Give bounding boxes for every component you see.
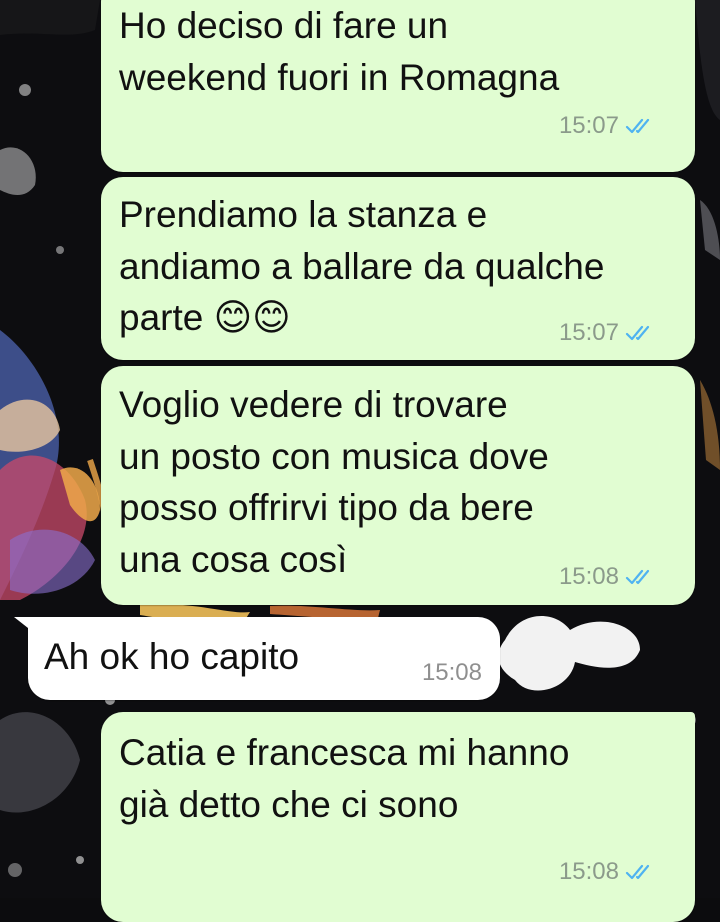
- message-bubble-incoming[interactable]: Ah ok ho capito 15:08: [14, 617, 500, 700]
- message-timestamp: 15:07: [558, 112, 619, 139]
- message-text: Ah ok ho capito: [44, 636, 300, 677]
- double-check-icon: [625, 864, 650, 880]
- message-meta: 15:07: [559, 111, 655, 141]
- message-text: Catia e francesca mi hanno già detto che…: [119, 732, 570, 825]
- message-timestamp: 15:08: [558, 858, 619, 885]
- double-check-icon: [625, 325, 650, 341]
- message-timestamp: 15:07: [558, 319, 619, 346]
- message-bubble-outgoing[interactable]: Voglio vedere di trovare un posto con mu…: [101, 366, 695, 605]
- message-meta: 15:08: [422, 658, 482, 688]
- message-meta: 15:08: [559, 857, 655, 887]
- bubble-tail: [14, 617, 42, 639]
- message-bubble-outgoing[interactable]: Ho deciso di fare un weekend fuori in Ro…: [101, 0, 695, 172]
- message-meta: 15:07: [559, 318, 655, 348]
- message-text: Voglio vedere di trovare un posto con mu…: [119, 384, 549, 580]
- message-bubble-outgoing[interactable]: Catia e francesca mi hanno già detto che…: [101, 712, 695, 922]
- double-check-icon: [625, 569, 650, 585]
- message-meta: 15:08: [559, 562, 655, 592]
- message-timestamp: 15:08: [558, 563, 619, 590]
- message-text: Ho deciso di fare un weekend fuori in Ro…: [119, 5, 560, 98]
- message-bubble-outgoing[interactable]: Prendiamo la stanza e andiamo a ballare …: [101, 177, 695, 360]
- message-timestamp: 15:08: [421, 659, 482, 686]
- double-check-icon: [625, 118, 650, 134]
